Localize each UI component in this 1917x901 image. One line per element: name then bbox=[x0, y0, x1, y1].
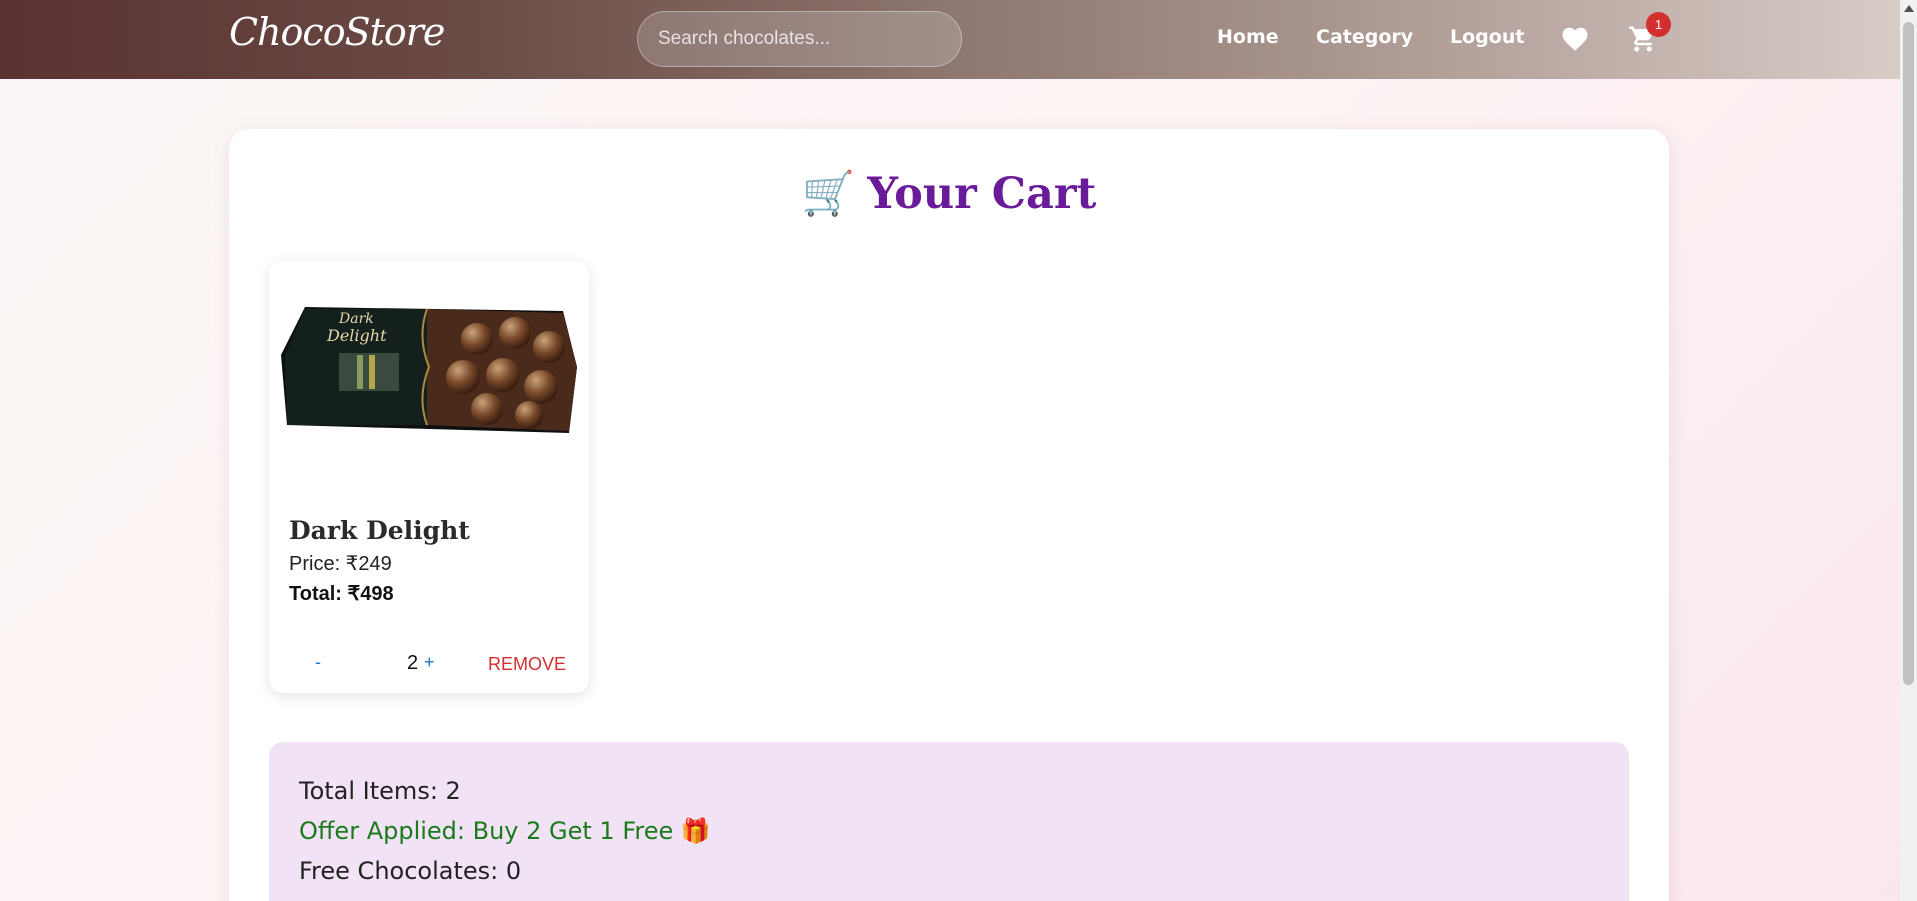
decrease-quantity-button[interactable]: - bbox=[315, 652, 321, 673]
cart-count-badge: 1 bbox=[1646, 12, 1671, 37]
product-image-label-line1: Dark bbox=[338, 311, 374, 327]
navbar: ChocoStore Home Category Logout 1 bbox=[0, 0, 1900, 79]
nav-logout-link[interactable]: Logout bbox=[1450, 26, 1524, 48]
product-name: Dark Delight bbox=[289, 516, 470, 545]
nav-category-link[interactable]: Category bbox=[1316, 26, 1413, 48]
scrollbar[interactable] bbox=[1900, 0, 1917, 901]
product-total: Total: ₹498 bbox=[289, 583, 394, 605]
nav-home-link[interactable]: Home bbox=[1217, 26, 1279, 48]
cart-summary: Total Items: 2 Offer Applied: Buy 2 Get … bbox=[269, 742, 1629, 901]
search-input[interactable] bbox=[637, 11, 962, 67]
product-price: Price: ₹249 bbox=[289, 553, 392, 575]
increase-quantity-button[interactable]: + bbox=[424, 652, 435, 673]
page-title-text: Your Cart bbox=[867, 169, 1097, 219]
logo[interactable]: ChocoStore bbox=[229, 10, 445, 54]
cart-panel: 🛒 Your Cart Dark Delight Dark Delight Pr… bbox=[229, 129, 1669, 901]
page-title: 🛒 Your Cart bbox=[229, 169, 1669, 219]
cart-item-card: Dark Delight Dark Delight Price: ₹249 To… bbox=[269, 261, 589, 693]
offer-text: Offer Applied: Buy 2 Get 1 Free 🎁 bbox=[299, 817, 711, 845]
product-image-label-line2: Delight bbox=[326, 326, 387, 345]
product-image: Dark Delight bbox=[281, 307, 577, 433]
free-chocolates-text: Free Chocolates: 0 bbox=[299, 857, 522, 885]
shopping-cart-icon: 🛒 bbox=[801, 169, 856, 219]
scroll-up-arrow-icon[interactable] bbox=[1904, 5, 1914, 12]
quantity-value: 2 bbox=[407, 652, 419, 674]
remove-item-button[interactable]: REMOVE bbox=[488, 654, 566, 675]
scrollbar-thumb[interactable] bbox=[1903, 22, 1914, 685]
heart-icon[interactable] bbox=[1560, 24, 1590, 54]
total-items-text: Total Items: 2 bbox=[299, 777, 461, 805]
